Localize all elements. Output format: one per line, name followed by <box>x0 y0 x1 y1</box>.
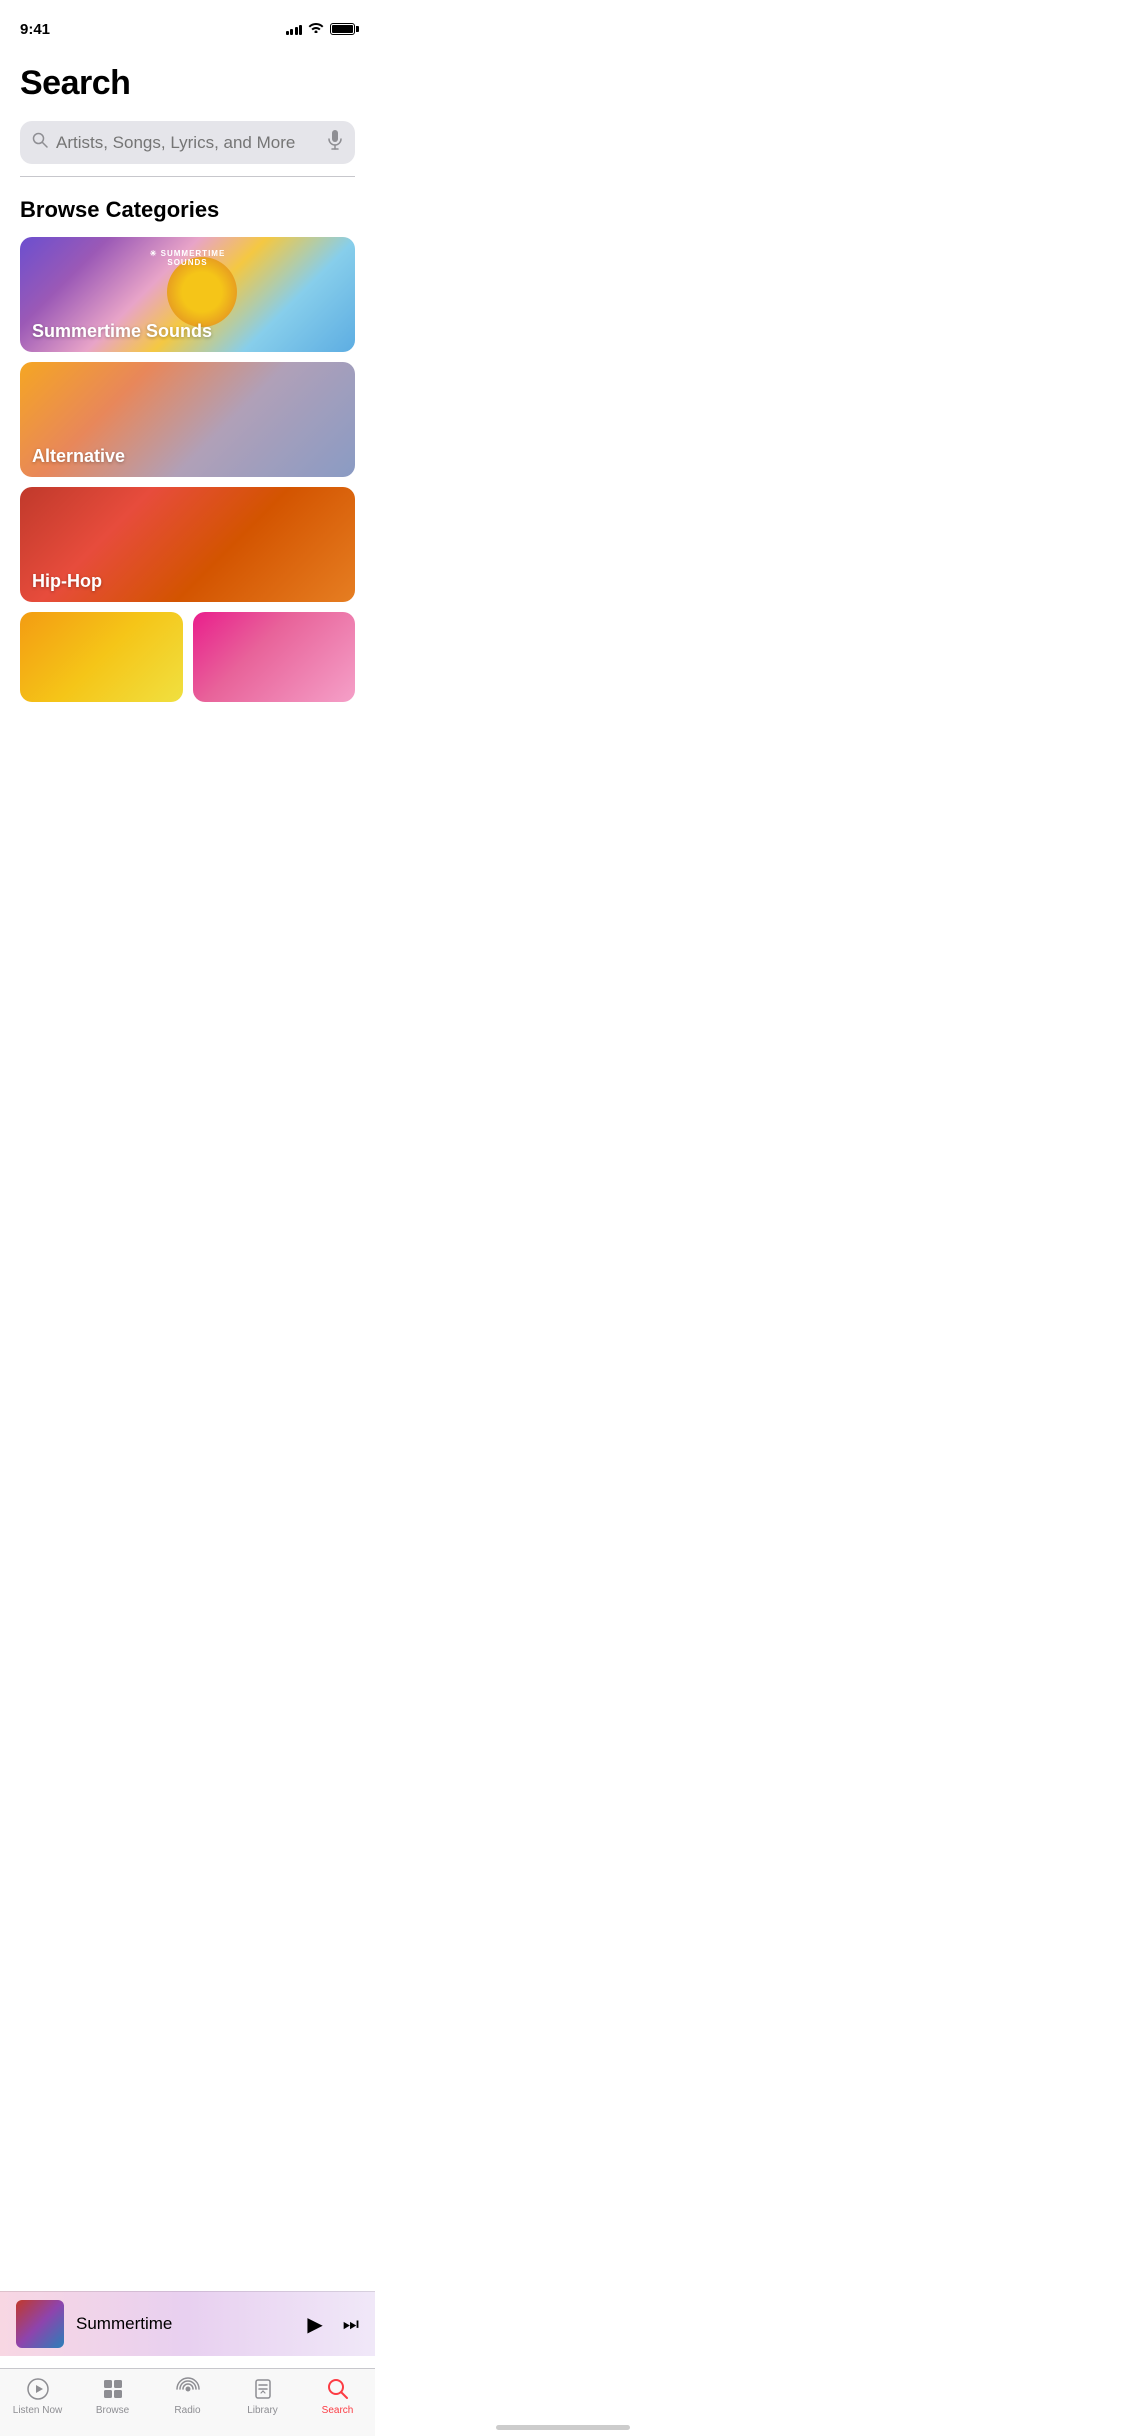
category-card-hiphop[interactable]: Hip-Hop <box>20 487 355 602</box>
category-label-hiphop: Hip-Hop <box>32 571 102 592</box>
album-art-image <box>16 2300 64 2348</box>
home-indicator <box>496 2425 630 2430</box>
summertime-logo: ✳ SUMMERTIME SOUNDS <box>150 249 226 267</box>
search-tab-icon <box>326 2377 350 2401</box>
category-card-pink[interactable] <box>193 612 356 702</box>
library-icon <box>251 2377 275 2401</box>
mini-player[interactable]: Summertime ▶ ⏭ <box>0 2291 375 2356</box>
category-label-alternative: Alternative <box>32 446 125 467</box>
pink-bg <box>193 612 356 702</box>
tab-label-radio: Radio <box>174 2405 200 2416</box>
status-icons <box>286 20 356 38</box>
tab-label-library: Library <box>247 2405 278 2416</box>
search-icon <box>32 132 48 153</box>
wifi-icon <box>308 20 324 38</box>
listen-now-icon <box>26 2377 50 2401</box>
categories-list: ✳ SUMMERTIME SOUNDS Summertime Sounds Al… <box>20 237 355 702</box>
category-card-yellow[interactable] <box>20 612 183 702</box>
tab-label-browse: Browse <box>96 2405 129 2416</box>
tab-radio[interactable]: Radio <box>158 2377 218 2416</box>
tab-label-listen-now: Listen Now <box>13 2405 62 2416</box>
page-header: Search <box>0 44 375 113</box>
tab-search[interactable]: Search <box>308 2377 368 2416</box>
tab-label-search: Search <box>322 2405 354 2416</box>
yellow-bg <box>20 612 183 702</box>
album-art <box>16 2300 64 2348</box>
half-row-cards <box>20 612 355 702</box>
search-bar[interactable] <box>20 121 355 164</box>
forward-button[interactable]: ⏭ <box>343 2314 359 2335</box>
play-button[interactable]: ▶ <box>307 2312 322 2337</box>
radio-icon <box>176 2377 200 2401</box>
tab-browse[interactable]: Browse <box>83 2377 143 2416</box>
category-card-summertime-sounds[interactable]: ✳ SUMMERTIME SOUNDS Summertime Sounds <box>20 237 355 352</box>
battery-icon <box>330 23 355 35</box>
tab-bar: Listen Now Browse Radio Library <box>0 2368 375 2436</box>
tab-library[interactable]: Library <box>233 2377 293 2416</box>
search-input[interactable] <box>56 133 319 153</box>
mini-player-controls: ▶ ⏭ <box>307 2312 359 2337</box>
mic-icon[interactable] <box>327 130 343 155</box>
mini-player-title: Summertime <box>76 2314 295 2334</box>
status-bar: 9:41 <box>0 0 375 44</box>
browse-icon <box>101 2377 125 2401</box>
search-bar-container <box>0 113 375 176</box>
page-title: Search <box>20 64 355 103</box>
status-time: 9:41 <box>20 21 50 38</box>
category-card-alternative[interactable]: Alternative <box>20 362 355 477</box>
signal-icon <box>286 23 303 35</box>
category-label-summertime: Summertime Sounds <box>32 321 212 342</box>
tab-listen-now[interactable]: Listen Now <box>8 2377 68 2416</box>
browse-categories-title: Browse Categories <box>20 197 355 223</box>
browse-section: Browse Categories ✳ SUMMERTIME SOUNDS Su… <box>0 177 375 702</box>
